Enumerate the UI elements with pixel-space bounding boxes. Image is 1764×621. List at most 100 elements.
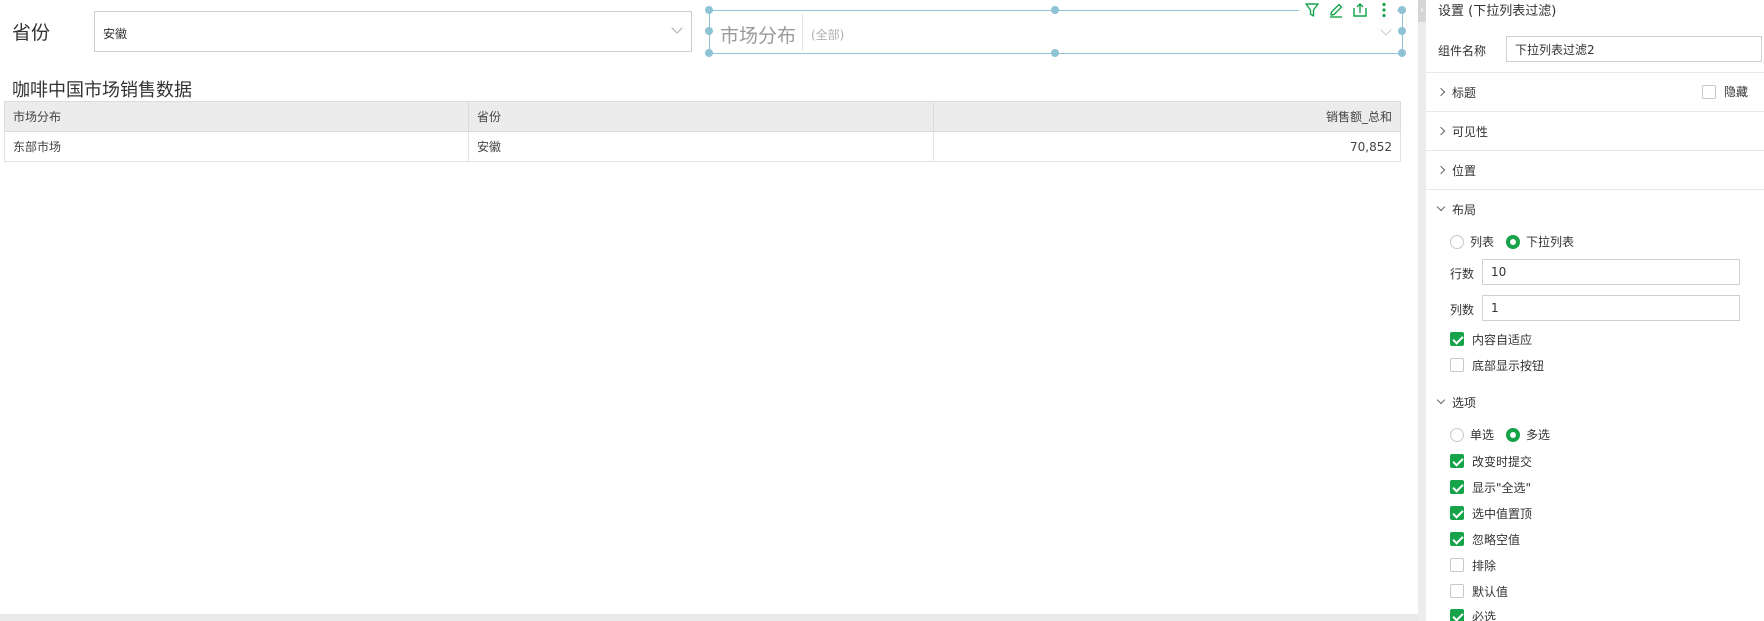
select-mode-group: 单选 多选 [1450, 426, 1562, 443]
layout-mode-list[interactable]: 列表 [1450, 233, 1494, 250]
layout-mode-list-label: 列表 [1470, 235, 1495, 249]
cols-field: 列数 [1450, 295, 1752, 321]
component-toolbar [1299, 0, 1397, 19]
resize-handle-middle-right[interactable] [1398, 27, 1406, 35]
chevron-right-icon[interactable]: › [1418, 0, 1426, 22]
more-icon[interactable] [1375, 1, 1393, 19]
divider [1426, 111, 1764, 112]
section-layout[interactable]: 布局 [1436, 199, 1477, 219]
cols-input[interactable] [1482, 295, 1740, 321]
component-name-row: 组件名称 [1438, 36, 1762, 62]
option-exclude[interactable]: 排除 [1450, 556, 1496, 574]
report-canvas: 省份 安徽 市场分布 (全部) 咖啡中国市场销售数据 市场分布 省份 销售额_总… [0, 0, 1418, 621]
selected-top-checkbox[interactable] [1450, 506, 1464, 520]
section-title[interactable]: 标题 [1436, 82, 1477, 102]
data-table: 市场分布 省份 销售额_总和 东部市场 安徽 70,852 [4, 101, 1401, 162]
exclude-checkbox[interactable] [1450, 558, 1464, 572]
autofit-checkbox[interactable] [1450, 332, 1464, 346]
bottom-buttons-checkbox[interactable] [1450, 358, 1464, 372]
chevron-right-icon [1436, 126, 1446, 136]
resize-handle-top-left[interactable] [705, 6, 713, 14]
chevron-down-icon [1436, 395, 1446, 405]
hide-title-checkbox[interactable] [1702, 84, 1716, 99]
default-value-checkbox[interactable] [1450, 584, 1464, 598]
section-visibility[interactable]: 可见性 [1436, 121, 1488, 141]
province-filter-label: 省份 [12, 22, 51, 44]
autofit-label: 内容自适应 [1472, 332, 1533, 347]
province-dropdown-value: 安徽 [103, 27, 128, 41]
layout-mode-dropdown[interactable]: 下拉列表 [1506, 233, 1574, 250]
resize-handle-bottom-left[interactable] [705, 49, 713, 57]
select-mode-multi[interactable]: 多选 [1506, 426, 1550, 443]
option-selected-top[interactable]: 选中值置顶 [1450, 504, 1532, 522]
radio-multi[interactable] [1506, 427, 1521, 442]
divider [1426, 72, 1764, 73]
section-title-label: 标题 [1452, 85, 1477, 100]
table-row: 东部市场 安徽 70,852 [4, 131, 1401, 162]
rows-field: 行数 [1450, 259, 1752, 285]
option-bottom-buttons[interactable]: 底部显示按钮 [1450, 356, 1544, 374]
filter-icon[interactable] [1303, 1, 1321, 19]
export-icon[interactable] [1351, 1, 1369, 19]
section-position-label: 位置 [1452, 163, 1477, 178]
settings-panel-title: 设置 (下拉列表过滤) [1438, 4, 1557, 19]
required-label: 必选 [1472, 609, 1497, 621]
bottom-buttons-label: 底部显示按钮 [1472, 358, 1545, 373]
cols-label: 列数 [1450, 303, 1475, 317]
component-name-label: 组件名称 [1438, 44, 1487, 58]
radio-dropdown[interactable] [1506, 234, 1521, 249]
app-root: 省份 安徽 市场分布 (全部) 咖啡中国市场销售数据 市场分布 省份 销售额_总… [0, 0, 1764, 621]
table-title: 咖啡中国市场销售数据 [12, 80, 192, 101]
resize-handle-middle-left[interactable] [705, 27, 713, 35]
market-dropdown-value: (全部) [811, 28, 845, 42]
market-filter-label: 市场分布 [720, 25, 797, 47]
province-dropdown[interactable]: 安徽 [94, 11, 692, 52]
table-cell: 安徽 [468, 131, 934, 162]
option-ignore-null[interactable]: 忽略空值 [1450, 530, 1520, 548]
show-all-label: 显示"全选" [1472, 480, 1532, 495]
select-mode-single-label: 单选 [1470, 428, 1495, 442]
resize-handle-top-right[interactable] [1398, 6, 1406, 14]
section-options-label: 选项 [1452, 395, 1477, 410]
table-header-row: 市场分布 省份 销售额_总和 [4, 101, 1401, 132]
select-mode-single[interactable]: 单选 [1450, 426, 1494, 443]
ignore-null-checkbox[interactable] [1450, 532, 1464, 546]
option-default-value[interactable]: 默认值 [1450, 582, 1508, 600]
chevron-down-icon [671, 22, 683, 34]
option-submit-on-change[interactable]: 改变时提交 [1450, 452, 1532, 470]
hide-title-label: 隐藏 [1724, 85, 1749, 99]
column-header-market[interactable]: 市场分布 [4, 101, 469, 132]
select-mode-multi-label: 多选 [1526, 428, 1551, 442]
chevron-right-icon [1436, 87, 1446, 97]
column-header-sales-total[interactable]: 销售额_总和 [933, 101, 1401, 132]
horizontal-scrollbar[interactable] [0, 614, 1418, 621]
radio-list[interactable] [1450, 234, 1464, 249]
selected-top-label: 选中值置顶 [1472, 506, 1533, 521]
chevron-down-icon [1380, 24, 1392, 36]
resize-handle-top-middle[interactable] [1051, 6, 1059, 14]
panel-splitter[interactable]: › [1418, 0, 1426, 621]
section-options[interactable]: 选项 [1436, 392, 1477, 412]
option-show-all[interactable]: 显示"全选" [1450, 478, 1531, 496]
required-checkbox[interactable] [1450, 609, 1464, 621]
market-dropdown[interactable]: (全部) [802, 14, 1400, 51]
rows-input[interactable] [1482, 259, 1740, 285]
option-required[interactable]: 必选 [1450, 607, 1496, 621]
layout-mode-group: 列表 下拉列表 [1450, 233, 1586, 250]
radio-single[interactable] [1450, 427, 1464, 442]
show-all-checkbox[interactable] [1450, 480, 1464, 494]
resize-handle-bottom-middle[interactable] [1051, 49, 1059, 57]
resize-handle-bottom-right[interactable] [1398, 49, 1406, 57]
hide-title-option[interactable]: 隐藏 [1702, 83, 1748, 100]
section-layout-label: 布局 [1452, 202, 1477, 217]
divider [1426, 150, 1764, 151]
section-position[interactable]: 位置 [1436, 160, 1477, 180]
column-header-province[interactable]: 省份 [468, 101, 934, 132]
ignore-null-label: 忽略空值 [1472, 532, 1521, 547]
edit-icon[interactable] [1327, 1, 1345, 19]
chevron-down-icon [1436, 202, 1446, 212]
default-value-label: 默认值 [1472, 584, 1509, 599]
option-autofit[interactable]: 内容自适应 [1450, 330, 1532, 348]
component-name-input[interactable] [1506, 36, 1762, 62]
submit-on-change-checkbox[interactable] [1450, 454, 1464, 468]
